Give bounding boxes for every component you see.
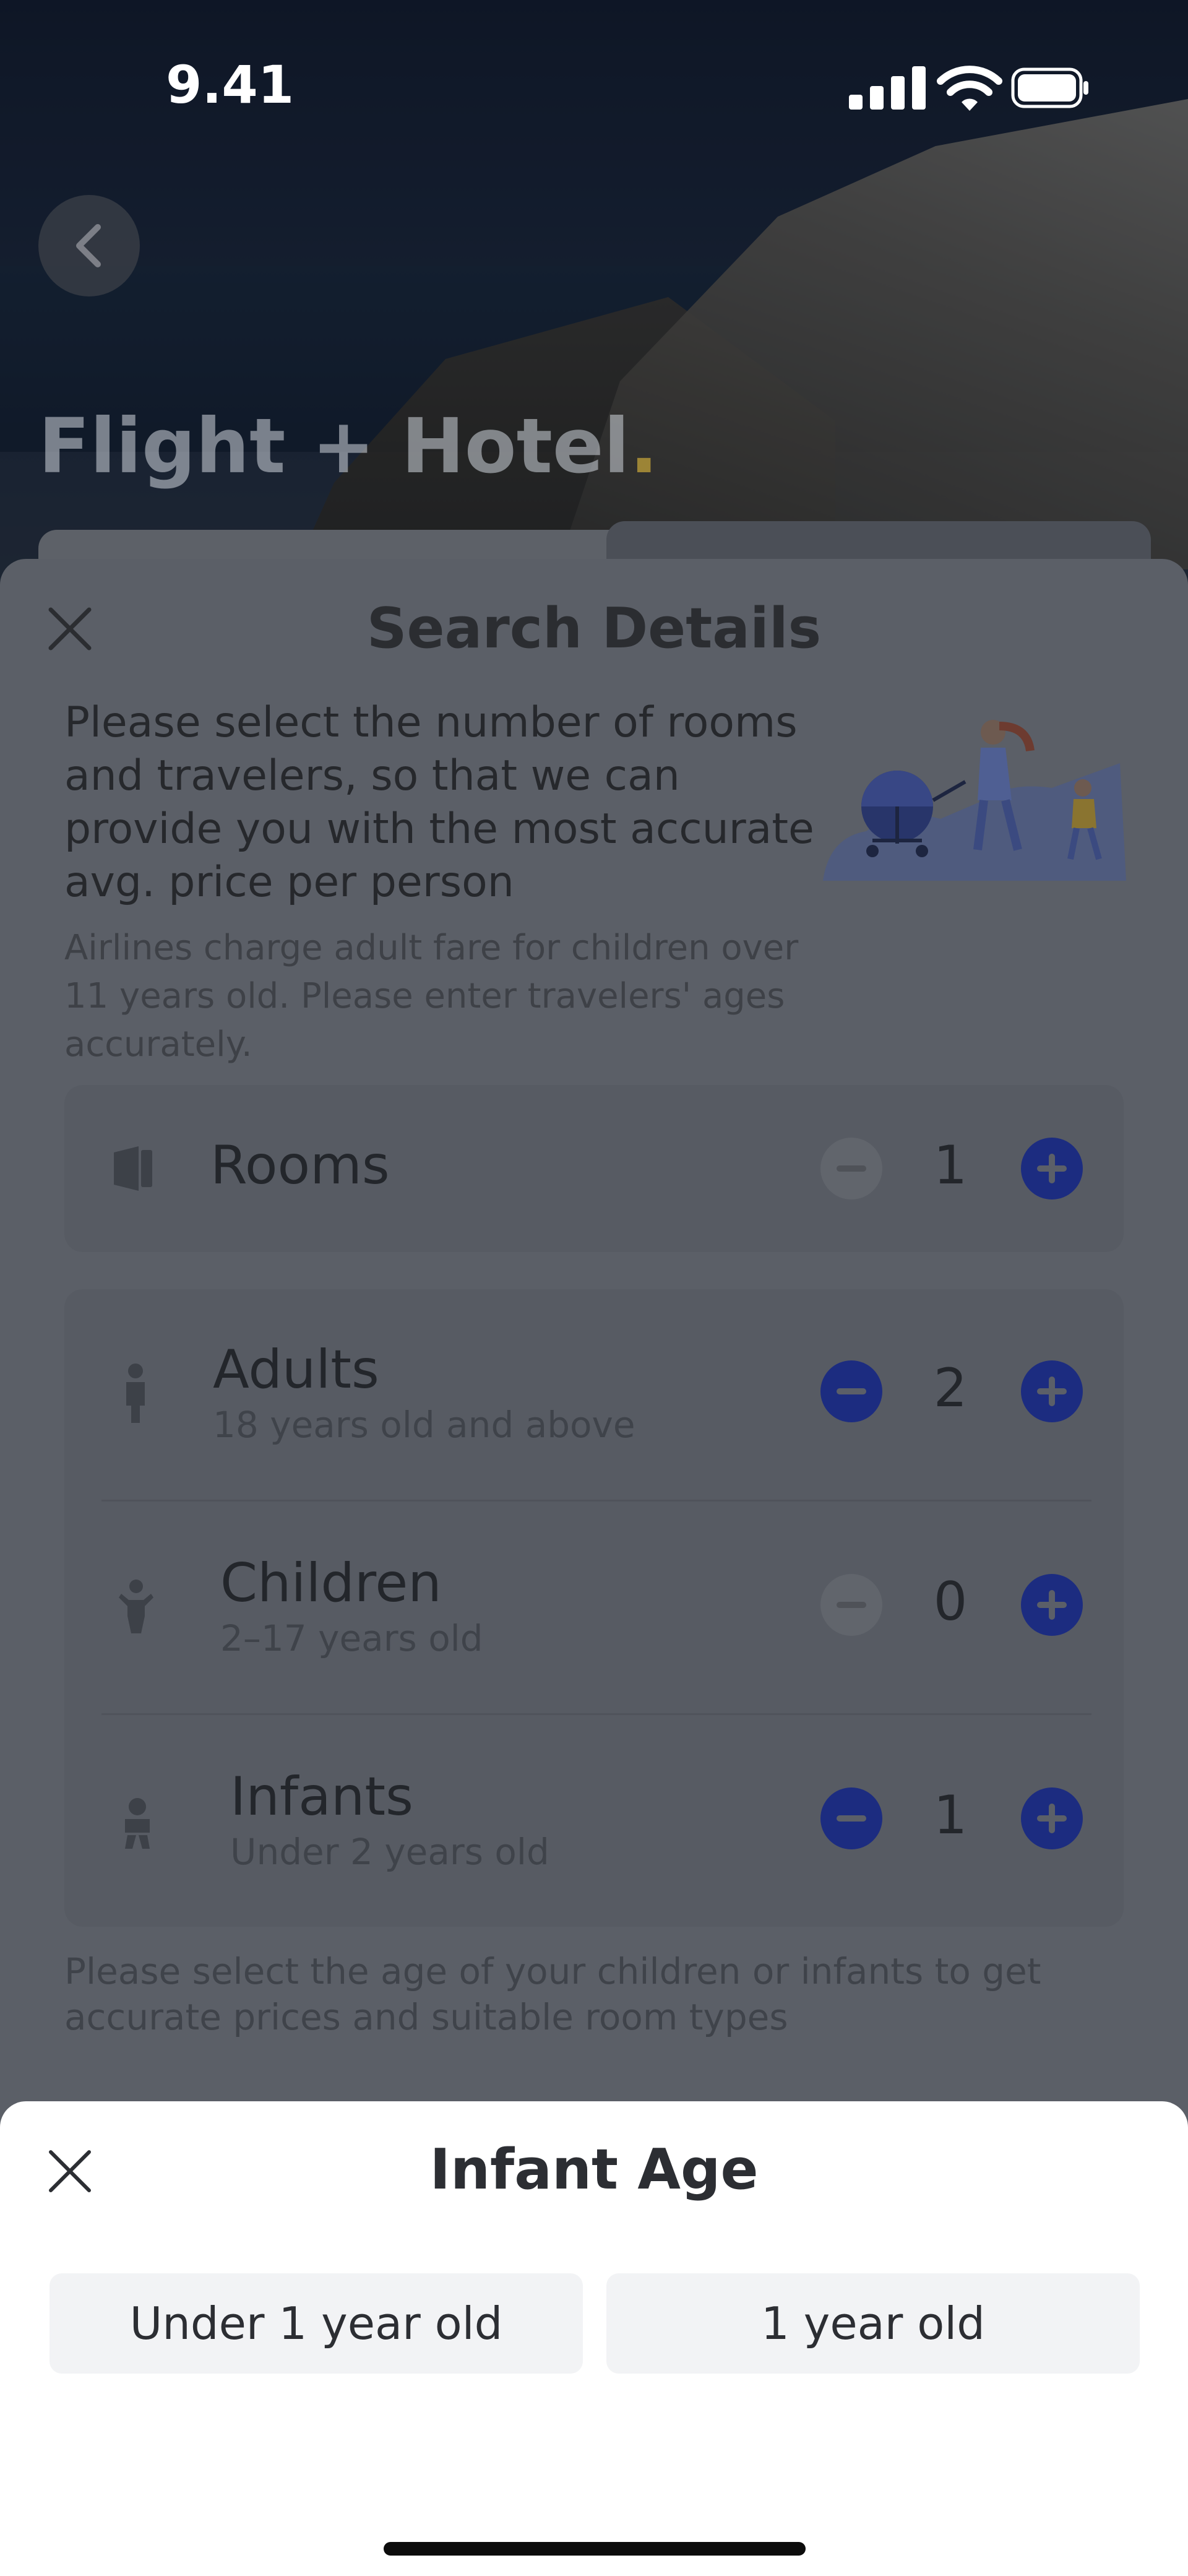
hero-title: Flight + Hotel. [38, 402, 658, 490]
infants-count: 1 [933, 1784, 968, 1846]
children-decrement-button[interactable] [820, 1574, 882, 1636]
rooms-card: Rooms 1 [64, 1085, 1124, 1252]
adults-count: 2 [933, 1357, 968, 1419]
status-icons [849, 65, 1090, 111]
infant-age-sheet: Infant Age Under 1 year old 1 year old [0, 2101, 1188, 2576]
children-count: 0 [933, 1571, 968, 1633]
row-divider [101, 1500, 1091, 1502]
infants-decrement-button[interactable] [820, 1787, 882, 1849]
travelers-card: Adults 18 years old and above 2 Children… [64, 1289, 1124, 1927]
wifi-icon [937, 66, 1002, 111]
row-divider [101, 1713, 1091, 1715]
adult-icon [126, 1364, 145, 1423]
back-button[interactable] [38, 195, 140, 296]
home-indicator [384, 2542, 806, 2556]
infant-age-title: Infant Age [429, 2137, 759, 2202]
rooms-increment-button[interactable] [1021, 1138, 1083, 1199]
cellular-signal-icon [849, 65, 929, 110]
adults-increment-button[interactable] [1021, 1360, 1083, 1422]
family-illustration [823, 720, 1126, 881]
children-increment-button[interactable] [1021, 1574, 1083, 1636]
infants-increment-button[interactable] [1021, 1787, 1083, 1849]
infant-icon [125, 1798, 150, 1849]
battery-icon [1011, 67, 1088, 108]
children-label: Children [220, 1552, 442, 1614]
chevron-left-icon [76, 224, 101, 267]
status-time: 9.41 [166, 54, 295, 115]
rooms-count: 1 [933, 1135, 968, 1196]
adults-label: Adults [213, 1339, 379, 1401]
age-selection-note: Please select the age of your children o… [64, 1950, 1041, 2038]
adults-sublabel: 18 years old and above [213, 1404, 635, 1446]
infants-sublabel: Under 2 years old [230, 1831, 549, 1873]
sheet-title: Search Details [366, 596, 822, 661]
infants-label: Infants [230, 1766, 413, 1828]
adults-decrement-button[interactable] [820, 1360, 882, 1422]
airline-note: Airlines charge adult fare for children … [64, 928, 799, 1065]
children-sublabel: 2–17 years old [220, 1617, 483, 1659]
rooms-label: Rooms [210, 1135, 390, 1196]
age-option-1-year[interactable]: 1 year old [606, 2273, 1140, 2374]
child-icon [119, 1580, 153, 1633]
intro-text: Please select the number of rooms and tr… [64, 698, 814, 907]
door-icon [114, 1146, 152, 1191]
age-option-under-1[interactable]: Under 1 year old [50, 2273, 583, 2374]
rooms-decrement-button[interactable] [820, 1138, 882, 1199]
